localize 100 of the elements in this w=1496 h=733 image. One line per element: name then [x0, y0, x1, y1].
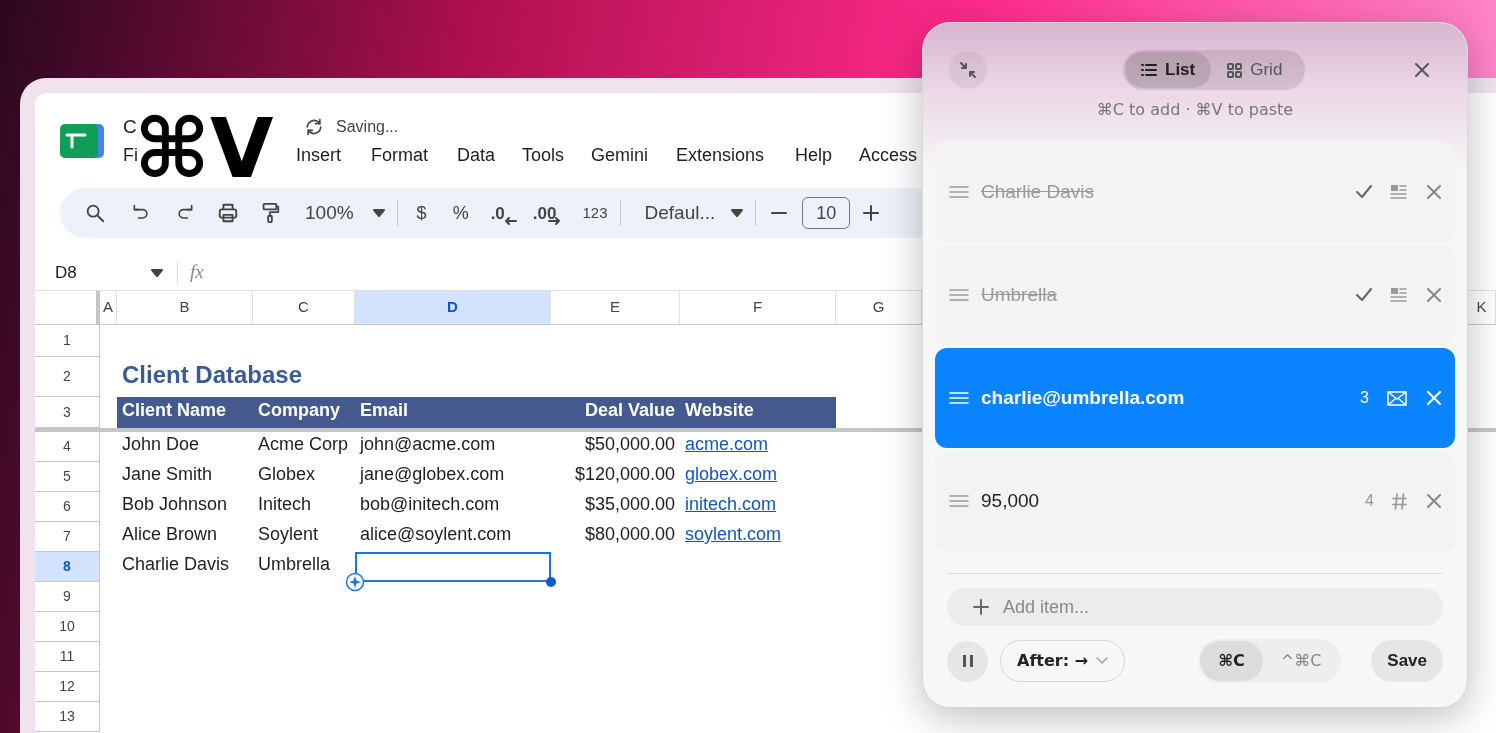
table-cell-text: John Doe	[122, 433, 200, 456]
active-cell[interactable]	[355, 552, 551, 582]
table-title: Client Database	[122, 360, 303, 390]
text-lines-icon	[1390, 287, 1407, 303]
percent-format[interactable]: %	[452, 199, 469, 227]
envelope-icon	[1387, 390, 1407, 406]
add-item-field[interactable]: Add item...	[947, 588, 1443, 626]
menu-item[interactable]: Tools	[522, 141, 565, 169]
add-item-input[interactable]: Add item...	[1003, 593, 1383, 621]
save-button[interactable]: Save	[1371, 640, 1443, 682]
font-size-field[interactable]: 10	[802, 197, 851, 229]
table-cell-text: Charlie Davis	[122, 553, 230, 576]
column-header[interactable]: F	[680, 291, 836, 324]
hash-icon	[1392, 492, 1407, 510]
formula-label: fx	[190, 260, 204, 285]
column-heading: Company	[258, 399, 340, 422]
remove-button[interactable]	[1427, 494, 1441, 508]
arrow-icon	[504, 216, 517, 226]
table-cell-text: Globex	[258, 463, 316, 486]
caret-icon[interactable]	[151, 268, 163, 277]
table-cell-text: Jane Smith	[122, 463, 213, 486]
website-link[interactable]: soylent.com	[685, 521, 782, 548]
caret-icon[interactable]	[372, 209, 385, 217]
row-header[interactable]: 12	[35, 672, 100, 702]
menu-item[interactable]: Extensions	[676, 141, 765, 169]
collapse-button[interactable]	[949, 51, 987, 89]
row-header[interactable]: 4	[35, 432, 100, 462]
close-icon	[1427, 185, 1441, 199]
number-format[interactable]: 123	[582, 201, 608, 225]
website-link[interactable]: acme.com	[685, 431, 769, 458]
clip-text: Umbrella	[981, 282, 1058, 307]
list-icon	[1141, 63, 1157, 77]
caret-icon[interactable]	[731, 209, 744, 217]
print-icon[interactable]	[216, 202, 240, 224]
row-header[interactable]: 13	[35, 702, 100, 732]
name-box[interactable]: D8	[55, 259, 151, 286]
table-cell-text: $35,000.00	[584, 493, 675, 516]
sparkle-icon[interactable]	[345, 572, 365, 592]
shortcut-hint: ⌘C to add · ⌘V to paste	[1095, 99, 1295, 121]
clip-index: 3	[1360, 388, 1369, 408]
spreadsheet-logo-icon	[58, 122, 106, 160]
document-title: C	[123, 114, 138, 139]
close-icon	[1427, 391, 1441, 405]
menu-item[interactable]: Data	[457, 141, 496, 169]
fill-handle[interactable]	[546, 577, 556, 587]
pause-button[interactable]	[947, 640, 988, 682]
website-link[interactable]: globex.com	[685, 461, 778, 488]
remove-button[interactable]	[1427, 185, 1441, 199]
drag-handle-icon[interactable]	[949, 186, 969, 198]
column-header[interactable]: D	[355, 291, 551, 324]
row-header[interactable]: 5	[35, 462, 100, 492]
check-icon	[1356, 185, 1372, 199]
clip-text: 95,000	[981, 488, 1040, 513]
copy-mode-option[interactable]: ⌘C	[1200, 641, 1263, 681]
row-header[interactable]: 6	[35, 492, 100, 522]
table-cell-text: $120,000.00	[574, 463, 675, 486]
decrease-decimals[interactable]: .0	[490, 204, 505, 222]
clip-text: charlie@umbrella.com	[981, 385, 1185, 410]
search-icon[interactable]	[84, 202, 106, 224]
table-cell-text: Initech	[258, 493, 312, 516]
table-cell-text: john@acme.com	[360, 433, 496, 456]
website-link[interactable]: initech.com	[685, 491, 777, 518]
drag-handle-icon[interactable]	[949, 495, 969, 507]
row-header[interactable]: 11	[35, 642, 100, 672]
column-header[interactable]: B	[117, 291, 253, 324]
view-tab[interactable]: List	[1125, 52, 1212, 88]
view-tab[interactable]: Grid	[1211, 52, 1299, 88]
plus-icon	[973, 599, 989, 615]
menu-item[interactable]: Fi	[123, 141, 138, 169]
table-cell-text: $80,000.00	[584, 523, 675, 546]
drag-handle-icon[interactable]	[949, 289, 969, 301]
clip-index: 4	[1365, 491, 1374, 511]
table-cell-text: Bob Johnson	[122, 493, 228, 516]
grid-icon	[1227, 62, 1243, 78]
column-header[interactable]: A	[100, 291, 117, 324]
close-icon	[1427, 288, 1441, 302]
row-header[interactable]: 9	[35, 582, 100, 612]
row-header[interactable]: 1	[35, 325, 100, 357]
menu-item[interactable]: Format	[371, 141, 428, 169]
font-family-selector[interactable]: Defaul...	[644, 198, 716, 228]
zoom-level[interactable]: 100%	[305, 198, 354, 228]
column-heading: Deal Value	[584, 399, 675, 422]
menu-item[interactable]: Gemini	[591, 141, 648, 169]
plus-icon[interactable]	[862, 204, 881, 222]
pause-icon	[961, 654, 974, 668]
clip-item[interactable]: 95,000 4	[935, 451, 1455, 551]
column-heading: Client Name	[122, 399, 227, 422]
row-header[interactable]: 10	[35, 612, 100, 642]
clip-text: Charlie Davis	[981, 179, 1094, 204]
currency-format[interactable]: $	[416, 199, 427, 227]
remove-button[interactable]	[1427, 288, 1441, 302]
menu-item[interactable]: Insert	[296, 141, 342, 169]
increase-decimals[interactable]: .00	[532, 204, 557, 222]
column-header[interactable]: E	[551, 291, 680, 324]
table-cell-text: $50,000.00	[584, 433, 675, 456]
menu-item[interactable]: Help	[795, 141, 833, 169]
row-header[interactable]: 2	[35, 357, 100, 397]
collapse-arrows-icon	[958, 60, 978, 80]
row-header[interactable]: 8	[35, 552, 100, 582]
menu-item[interactable]: Access	[859, 141, 918, 169]
